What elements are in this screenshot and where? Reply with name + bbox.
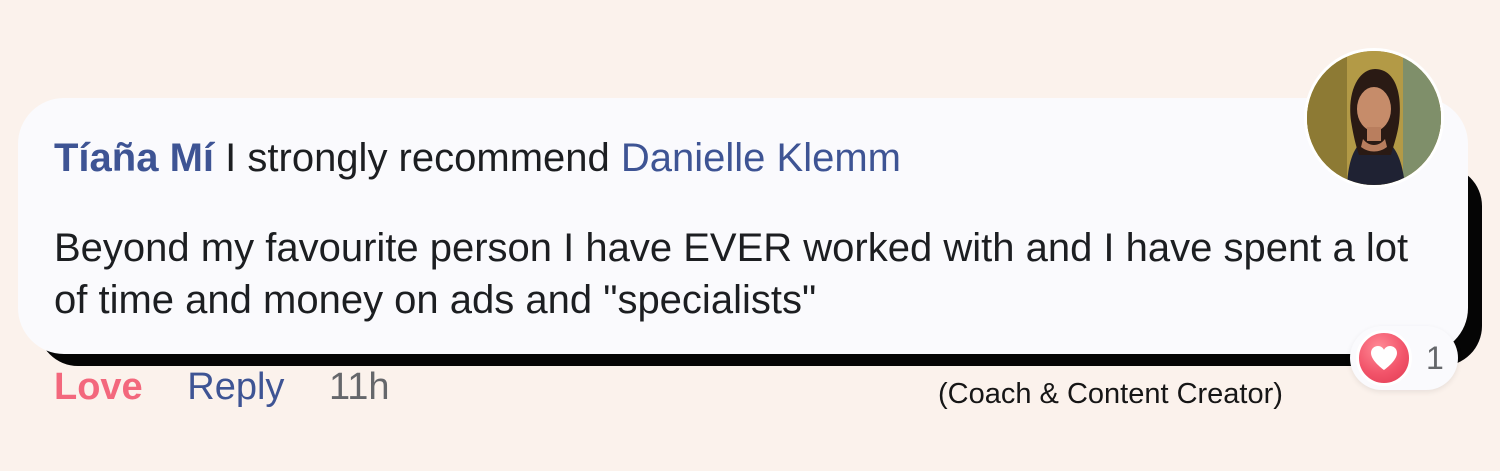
love-button[interactable]: Love [54,366,143,408]
heart-icon [1356,330,1412,386]
avatar-portrait-image [1307,51,1441,185]
comment-author-name[interactable]: Tíaña Mí [54,136,214,180]
avatar[interactable] [1304,48,1444,188]
comment-body-text: Beyond my favourite person I have EVER w… [54,226,1409,322]
comment-header: Tíaña Mí I strongly recommend Danielle K… [54,134,901,182]
comment-intro-text: I strongly recommend [225,136,610,180]
comment-action-bar: Love Reply 11h [54,362,390,412]
reaction-summary[interactable]: 1 [1350,326,1458,390]
mentioned-user-link[interactable]: Danielle Klemm [621,136,901,180]
reaction-count: 1 [1426,340,1444,376]
author-role-caption: (Coach & Content Creator) [938,378,1283,410]
reply-button[interactable]: Reply [187,366,284,408]
comment-timestamp[interactable]: 11h [329,366,390,408]
comment-bubble: Tíaña Mí I strongly recommend Danielle K… [18,98,1468,354]
